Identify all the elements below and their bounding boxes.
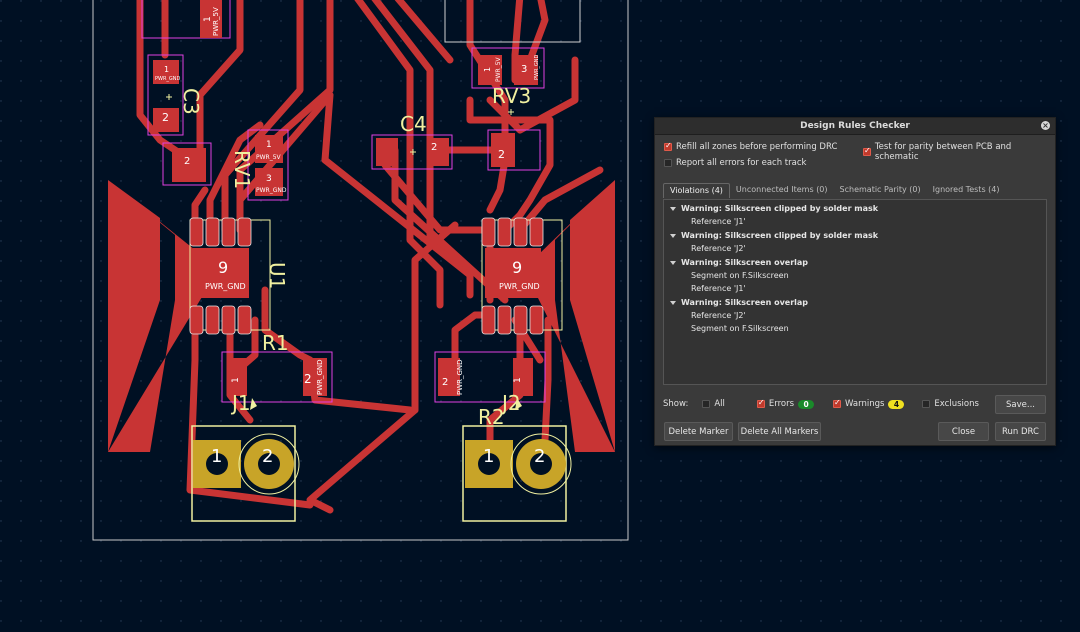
pad-number: 2: [498, 148, 505, 161]
pad-number: 2: [431, 142, 437, 153]
pad-number: 3: [266, 174, 272, 184]
dialog-titlebar[interactable]: Design Rules Checker ×: [655, 118, 1055, 135]
show-label: Show:: [663, 399, 689, 409]
net-label: PWR_GND: [456, 359, 464, 395]
violation-item[interactable]: Reference 'J1': [691, 284, 746, 293]
violation-item[interactable]: Reference 'J2': [691, 311, 746, 320]
ref-rv3: RV3: [492, 84, 531, 108]
net-label: PWR_GND: [534, 54, 540, 80]
show-exclusions-label: Exclusions: [934, 399, 979, 409]
ref-c3: C3: [179, 88, 203, 115]
net-label: PWR_5V: [212, 7, 220, 36]
warnings-count-badge: 4: [888, 399, 905, 409]
refill-zones-checkbox[interactable]: [664, 141, 672, 151]
violation-row[interactable]: Warning: Silkscreen overlap: [670, 298, 808, 307]
pad-number: 2: [262, 446, 273, 467]
report-all-checkbox[interactable]: [664, 159, 672, 167]
pad-number: 1: [513, 377, 523, 383]
pad-number: 1: [483, 446, 494, 467]
refill-zones-label: Refill all zones before performing DRC: [676, 142, 838, 152]
pad-number: 2: [162, 111, 169, 124]
pad-number-9-left: 9: [218, 258, 228, 277]
delete-marker-button[interactable]: Delete Marker: [664, 422, 733, 441]
ref-c4: C4: [400, 112, 427, 136]
violation-row[interactable]: Warning: Silkscreen clipped by solder ma…: [670, 231, 878, 240]
expand-triangle-icon[interactable]: [670, 233, 676, 238]
expand-triangle-icon[interactable]: [670, 206, 676, 211]
net-label-right: PWR_GND: [499, 282, 540, 291]
test-parity-label: Test for parity between PCB and schemati…: [874, 142, 1012, 162]
show-exclusions-checkbox[interactable]: [922, 400, 931, 408]
show-warnings-label: Warnings: [845, 399, 885, 409]
tab-schematic-parity[interactable]: Schematic Parity (0): [834, 183, 927, 197]
violation-item[interactable]: Reference 'J1': [691, 217, 746, 226]
pad-number: 1: [266, 140, 272, 150]
pad-number: 1: [483, 67, 492, 72]
pad-number: 3: [521, 64, 527, 75]
net-label: PWR_GND: [316, 359, 324, 395]
ref-rv1: RV1: [230, 150, 254, 189]
pad-number-9-right: 9: [512, 258, 522, 277]
report-all-label: Report all errors for each track: [676, 158, 807, 168]
results-tabs: Violations (4) Unconnected Items (0) Sch…: [663, 183, 1006, 198]
net-label: PWR_5V: [256, 154, 282, 161]
tab-unconnected-items[interactable]: Unconnected Items (0): [730, 183, 834, 197]
show-warnings-checkbox[interactable]: [833, 398, 842, 408]
errors-count-badge: 0: [798, 399, 815, 409]
show-all-checkbox[interactable]: [702, 400, 711, 408]
show-errors-checkbox[interactable]: [756, 398, 765, 408]
save-button[interactable]: Save...: [995, 395, 1046, 414]
refill-zones-option[interactable]: Refill all zones before performing DRC: [664, 141, 838, 152]
pad-number: 2: [184, 156, 190, 167]
run-drc-button[interactable]: Run DRC: [995, 422, 1046, 441]
drc-dialog: Design Rules Checker × Refill all zones …: [654, 117, 1056, 446]
violation-row[interactable]: Warning: Silkscreen clipped by solder ma…: [670, 204, 878, 213]
ref-j1: J1: [230, 391, 251, 415]
violation-item[interactable]: Reference 'J2': [691, 244, 746, 253]
tab-ignored-tests[interactable]: Ignored Tests (4): [927, 183, 1006, 197]
pad-number: 2: [304, 372, 312, 386]
pad-number: 2: [442, 377, 448, 388]
expand-triangle-icon[interactable]: [670, 300, 676, 305]
violation-item[interactable]: Segment on F.Silkscreen: [691, 324, 789, 333]
tab-violations[interactable]: Violations (4): [663, 183, 730, 198]
ref-r2: R2: [478, 405, 505, 429]
net-label: PWR_GND: [155, 76, 181, 82]
pad-number: 1: [231, 377, 241, 383]
net-label: PWR_GND: [256, 187, 287, 194]
pad-number: 1: [211, 446, 222, 467]
test-parity-option[interactable]: Test for parity between PCB and schemati…: [863, 142, 1055, 162]
close-icon[interactable]: ×: [1041, 121, 1050, 130]
show-filter-bar: Show: All Errors 0 Warnings 4 Exclusions: [663, 398, 979, 409]
ref-j2: J2: [500, 391, 521, 415]
ref-r1: R1: [262, 331, 289, 355]
violation-item[interactable]: Segment on F.Silkscreen: [691, 271, 789, 280]
delete-all-markers-button[interactable]: Delete All Markers: [738, 422, 821, 441]
violation-row[interactable]: Warning: Silkscreen overlap: [670, 258, 808, 267]
close-button[interactable]: Close: [938, 422, 989, 441]
net-label-left: PWR_GND: [205, 282, 246, 291]
pad-number: 1: [164, 65, 169, 74]
show-all-label: All: [714, 399, 725, 409]
dialog-title: Design Rules Checker: [800, 121, 910, 131]
report-all-option[interactable]: Report all errors for each track: [664, 158, 806, 168]
pad-number: 2: [534, 446, 545, 467]
test-parity-checkbox[interactable]: [863, 146, 871, 156]
net-label: PWR_5V: [495, 56, 502, 82]
ref-u1: U1: [265, 262, 289, 289]
expand-triangle-icon[interactable]: [670, 260, 676, 265]
show-errors-label: Errors: [768, 399, 795, 409]
violations-tree[interactable]: Warning: Silkscreen clipped by solder ma…: [663, 199, 1047, 385]
